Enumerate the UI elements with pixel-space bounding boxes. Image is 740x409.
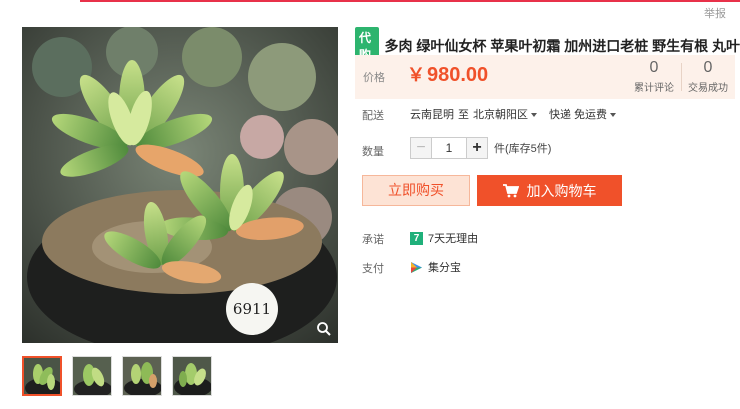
buy-now-button[interactable]: 立即购买 (362, 175, 470, 206)
main-product-image[interactable]: 6911 (22, 27, 338, 343)
delivery-destination: 北京朝阳区 (473, 109, 528, 121)
promise-label: 承诺 (362, 234, 384, 246)
payment-label: 支付 (362, 263, 384, 275)
trades-count: 0 (703, 59, 713, 76)
delivery-label: 配送 (362, 110, 384, 122)
quantity-label: 数量 (362, 146, 384, 158)
thumbnail-strip (22, 356, 212, 396)
trades-stat: 0 交易成功 (681, 58, 735, 94)
delivery-from: 云南昆明 (410, 109, 454, 121)
payment-row[interactable]: 集分宝 (410, 259, 461, 275)
top-accent-line (80, 0, 740, 2)
jifenbao-icon (411, 261, 422, 273)
plant-label-text: 6911 (233, 300, 271, 318)
thumbnail-2[interactable] (72, 356, 112, 396)
delivery-row: 云南昆明 至 北京朝阳区 快递 免运费 (410, 106, 617, 122)
quantity-plus-button[interactable]: + (466, 137, 488, 159)
quantity-unit-stock: 件(库存5件) (494, 143, 552, 155)
thumbnail-4[interactable] (172, 356, 212, 396)
thumbnail-1[interactable] (22, 356, 62, 396)
quantity-input[interactable]: 1 (432, 137, 466, 159)
promise-text: 7天无理由 (428, 233, 479, 245)
succulent-photo: 6911 (22, 27, 338, 343)
shipping-method-select[interactable]: 快递 免运费 (549, 106, 617, 122)
reviews-stat[interactable]: 0 累计评论 (627, 58, 681, 94)
zoom-icon[interactable] (316, 321, 332, 337)
chevron-down-icon (610, 113, 617, 118)
quantity-stepper: − 1 + 件(库存5件) (410, 137, 551, 159)
price-label: 价格 (363, 72, 385, 84)
delivery-to-word: 至 (458, 109, 469, 121)
add-to-cart-label: 加入购物车 (526, 182, 597, 199)
trades-label: 交易成功 (688, 83, 728, 94)
product-title: 多肉 绿叶仙女杯 苹果叶初霜 加州进口老桩 野生有根 丸叶 (384, 38, 740, 54)
promise-row[interactable]: 7 7天无理由 (410, 230, 478, 246)
thumbnail-3[interactable] (122, 356, 162, 396)
add-to-cart-button[interactable]: 加入购物车 (477, 175, 622, 206)
price-box: 价格 ￥ 980.00 0 累计评论 0 交易成功 (355, 55, 735, 99)
reviews-label: 累计评论 (634, 83, 674, 94)
price-value: ￥ 980.00 (407, 61, 488, 87)
quantity-minus-button[interactable]: − (410, 137, 432, 159)
cart-icon (502, 183, 519, 197)
chevron-down-icon (531, 113, 537, 118)
payment-method: 集分宝 (428, 262, 461, 274)
report-link[interactable]: 举报 (704, 5, 726, 21)
seven-day-icon: 7 (410, 231, 423, 245)
reviews-count: 0 (649, 59, 659, 76)
price-amount: 980.00 (427, 64, 489, 86)
currency-symbol: ￥ (407, 65, 425, 85)
delivery-destination-select[interactable]: 北京朝阳区 (473, 106, 537, 122)
shipping-method: 快递 免运费 (549, 109, 608, 121)
